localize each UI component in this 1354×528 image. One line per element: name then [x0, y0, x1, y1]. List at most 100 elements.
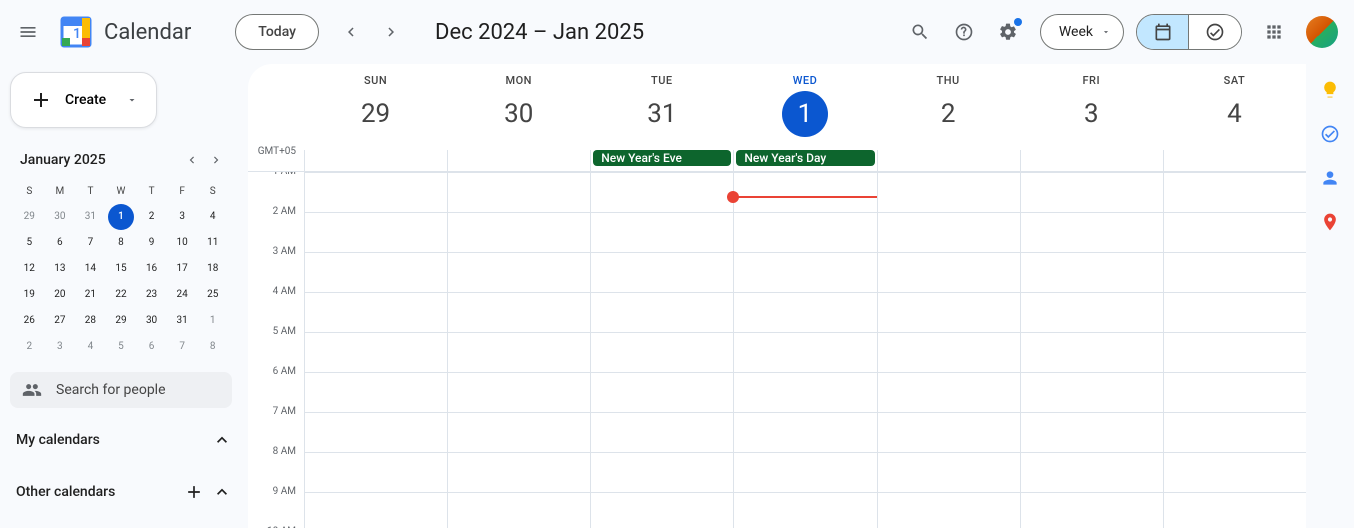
mini-day[interactable]: 7 — [169, 334, 195, 360]
view-selector[interactable]: Week — [1040, 14, 1124, 50]
time-cell[interactable] — [1020, 213, 1163, 252]
search-people[interactable]: Search for people — [10, 372, 232, 408]
prev-week-button[interactable] — [331, 12, 371, 52]
mini-day[interactable]: 9 — [139, 230, 165, 256]
mini-day[interactable]: 3 — [169, 204, 195, 230]
day-number[interactable]: 30 — [496, 91, 542, 137]
allday-cell[interactable] — [1163, 150, 1306, 171]
time-cell[interactable] — [1163, 253, 1306, 292]
time-cell[interactable] — [447, 453, 590, 492]
mini-day[interactable]: 11 — [200, 230, 226, 256]
apps-button[interactable] — [1254, 12, 1294, 52]
day-number[interactable]: 1 — [782, 91, 828, 137]
time-cell[interactable] — [1020, 173, 1163, 212]
mini-day[interactable]: 25 — [200, 282, 226, 308]
create-button[interactable]: Create — [10, 72, 157, 128]
allday-event[interactable]: New Year's Day — [736, 150, 874, 166]
mini-day[interactable]: 29 — [108, 308, 134, 334]
time-cell[interactable] — [1163, 333, 1306, 372]
mini-day[interactable]: 8 — [108, 230, 134, 256]
mini-day[interactable]: 23 — [139, 282, 165, 308]
time-cell[interactable] — [1163, 493, 1306, 528]
time-cell[interactable] — [447, 173, 590, 212]
time-cell[interactable] — [1163, 453, 1306, 492]
time-cell[interactable] — [1020, 253, 1163, 292]
mini-day[interactable]: 2 — [139, 204, 165, 230]
mini-day[interactable]: 28 — [77, 308, 103, 334]
allday-cell[interactable] — [447, 150, 590, 171]
time-cell[interactable] — [304, 293, 447, 332]
time-cell[interactable] — [733, 453, 876, 492]
mini-day[interactable]: 20 — [47, 282, 73, 308]
mini-day[interactable]: 29 — [16, 204, 42, 230]
time-cell[interactable] — [447, 213, 590, 252]
time-cell[interactable] — [733, 253, 876, 292]
mini-day[interactable]: 31 — [77, 204, 103, 230]
time-cell[interactable] — [590, 373, 733, 412]
mini-day[interactable]: 10 — [169, 230, 195, 256]
time-cell[interactable] — [877, 253, 1020, 292]
day-number[interactable]: 3 — [1068, 91, 1114, 137]
mini-day[interactable]: 14 — [77, 256, 103, 282]
time-cell[interactable] — [877, 333, 1020, 372]
contacts-addon[interactable] — [1320, 168, 1340, 188]
time-cell[interactable] — [590, 413, 733, 452]
time-cell[interactable] — [877, 173, 1020, 212]
today-button[interactable]: Today — [235, 14, 319, 50]
my-calendars-toggle[interactable]: My calendars — [10, 420, 232, 460]
time-cell[interactable] — [304, 213, 447, 252]
time-cell[interactable] — [733, 333, 876, 372]
support-button[interactable] — [944, 12, 984, 52]
mini-day[interactable]: 15 — [108, 256, 134, 282]
time-cell[interactable] — [877, 453, 1020, 492]
mini-day[interactable]: 3 — [47, 334, 73, 360]
time-cell[interactable] — [1163, 373, 1306, 412]
time-cell[interactable] — [304, 373, 447, 412]
allday-event[interactable]: New Year's Eve — [593, 150, 731, 166]
time-cell[interactable] — [733, 373, 876, 412]
mini-day[interactable]: 30 — [47, 204, 73, 230]
time-cell[interactable] — [733, 493, 876, 528]
time-cell[interactable] — [733, 293, 876, 332]
time-cell[interactable] — [304, 333, 447, 372]
time-cell[interactable] — [877, 493, 1020, 528]
account-avatar[interactable] — [1306, 16, 1338, 48]
time-cell[interactable] — [1020, 293, 1163, 332]
time-cell[interactable] — [590, 493, 733, 528]
mini-day[interactable]: 5 — [16, 230, 42, 256]
mini-day[interactable]: 7 — [77, 230, 103, 256]
tasks-mode-button[interactable] — [1189, 15, 1241, 49]
time-cell[interactable] — [1163, 293, 1306, 332]
time-cell[interactable] — [1163, 173, 1306, 212]
time-cell[interactable] — [590, 293, 733, 332]
calendar-mode-button[interactable] — [1137, 15, 1189, 49]
time-cell[interactable] — [447, 333, 590, 372]
time-cell[interactable] — [590, 213, 733, 252]
mini-day[interactable]: 24 — [169, 282, 195, 308]
time-cell[interactable] — [1020, 413, 1163, 452]
tasks-addon[interactable] — [1320, 124, 1340, 144]
mini-day[interactable]: 31 — [169, 308, 195, 334]
mini-day[interactable]: 4 — [200, 204, 226, 230]
allday-cell[interactable] — [304, 150, 447, 171]
time-cell[interactable] — [304, 173, 447, 212]
time-cell[interactable] — [1163, 213, 1306, 252]
mini-day[interactable]: 22 — [108, 282, 134, 308]
mini-day[interactable]: 1 — [200, 308, 226, 334]
main-menu-button[interactable] — [8, 12, 48, 52]
maps-addon[interactable] — [1320, 212, 1340, 232]
allday-cell[interactable]: New Year's Day — [733, 150, 876, 171]
mini-day[interactable]: 26 — [16, 308, 42, 334]
mini-day[interactable]: 2 — [16, 334, 42, 360]
time-cell[interactable] — [304, 253, 447, 292]
search-button[interactable] — [900, 12, 940, 52]
mini-day[interactable]: 5 — [108, 334, 134, 360]
time-cell[interactable] — [590, 333, 733, 372]
mini-next-button[interactable] — [204, 148, 228, 172]
time-cell[interactable] — [733, 213, 876, 252]
time-cell[interactable] — [1020, 453, 1163, 492]
time-cell[interactable] — [590, 253, 733, 292]
mini-day[interactable]: 21 — [77, 282, 103, 308]
time-cell[interactable] — [877, 373, 1020, 412]
settings-button[interactable] — [988, 12, 1028, 52]
